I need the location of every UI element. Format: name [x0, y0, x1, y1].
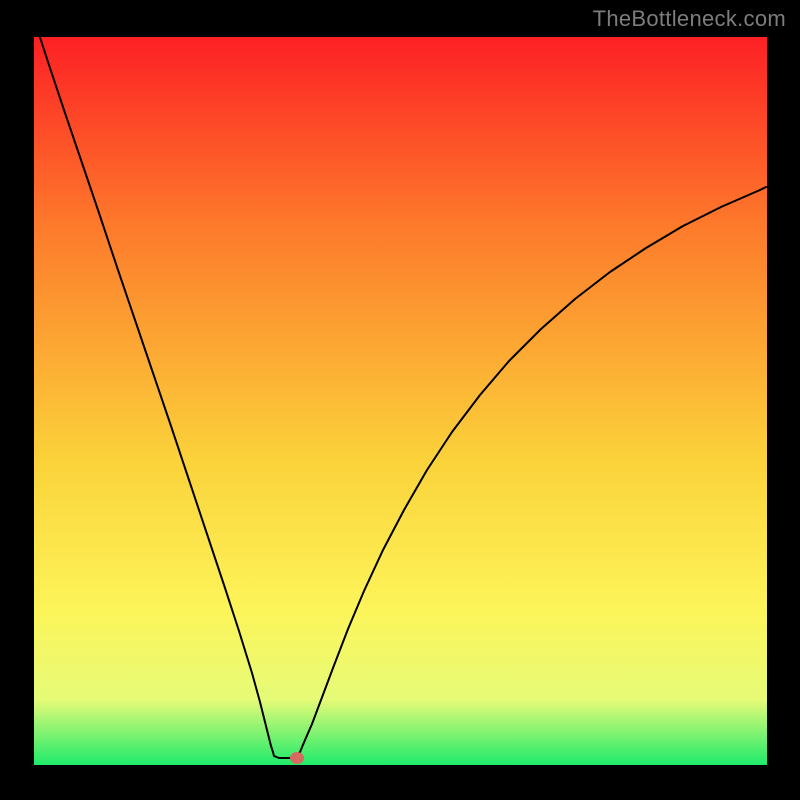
chart-frame: TheBottleneck.com [0, 0, 800, 800]
watermark-text: TheBottleneck.com [593, 6, 786, 32]
plot-background [34, 37, 767, 765]
optimum-marker [290, 752, 304, 764]
bottleneck-chart [0, 0, 800, 800]
